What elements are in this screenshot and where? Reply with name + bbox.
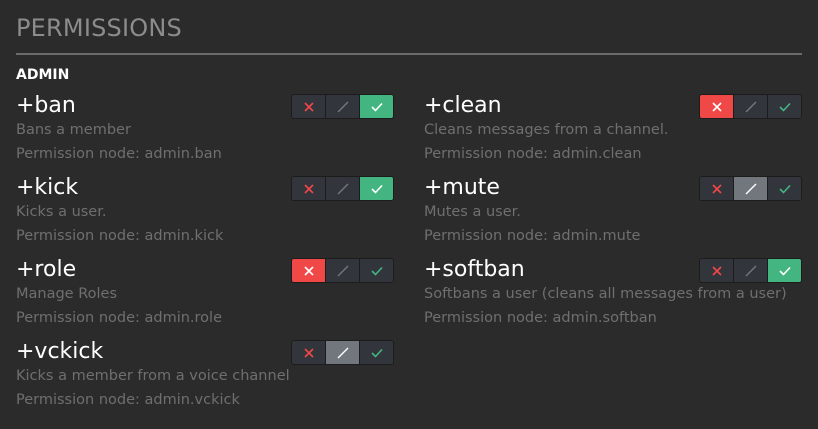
permission-node-value: admin.kick	[144, 228, 224, 244]
allow-button[interactable]	[767, 259, 801, 282]
permission-description: Mutes a user.	[424, 204, 521, 220]
x-icon	[711, 265, 722, 276]
permission-toggle	[291, 340, 394, 365]
permission-item: +role Manage Roles Permission node: admi…	[16, 256, 394, 336]
permission-name: +softban	[424, 257, 525, 282]
page-title: PERMISSIONS	[16, 14, 182, 42]
slash-icon	[745, 183, 756, 194]
permission-node-prefix: Permission node:	[16, 146, 145, 162]
deny-button[interactable]	[700, 177, 733, 200]
permission-node-value: admin.clean	[552, 146, 642, 162]
neutral-button[interactable]	[733, 95, 767, 118]
check-icon	[370, 184, 383, 194]
slash-icon	[337, 183, 348, 194]
permission-node: Permission node: admin.role	[16, 310, 222, 326]
permission-node-prefix: Permission node:	[16, 228, 145, 244]
neutral-button[interactable]	[325, 177, 359, 200]
permission-node-value: admin.ban	[144, 146, 222, 162]
slash-icon	[337, 265, 348, 276]
permission-node-prefix: Permission node:	[424, 310, 553, 326]
check-icon	[778, 184, 791, 194]
permission-item: +softban Softbans a user (cleans all mes…	[424, 256, 802, 336]
section-label-admin: ADMIN	[16, 67, 70, 83]
permission-toggle	[291, 176, 394, 201]
permission-node-prefix: Permission node:	[16, 310, 145, 326]
check-icon	[778, 266, 791, 276]
permission-item: +kick Kicks a user. Permission node: adm…	[16, 174, 394, 254]
permission-node-value: admin.vckick	[144, 392, 240, 408]
allow-button[interactable]	[359, 95, 393, 118]
deny-button[interactable]	[292, 177, 325, 200]
slash-icon	[745, 265, 756, 276]
deny-button[interactable]	[292, 95, 325, 118]
permission-node: Permission node: admin.softban	[424, 310, 657, 326]
permission-node-prefix: Permission node:	[424, 228, 553, 244]
permission-name: +kick	[16, 175, 79, 200]
permission-toggle	[291, 94, 394, 119]
neutral-button[interactable]	[733, 259, 767, 282]
slash-icon	[337, 101, 348, 112]
allow-button[interactable]	[359, 341, 393, 364]
permission-item: +vckick Kicks a member from a voice chan…	[16, 338, 394, 418]
permission-toggle	[699, 258, 802, 283]
x-icon	[303, 347, 314, 358]
deny-button[interactable]	[292, 259, 325, 282]
neutral-button[interactable]	[325, 95, 359, 118]
permission-item: +clean Cleans messages from a channel. P…	[424, 92, 802, 172]
permission-description: Softbans a user (cleans all messages fro…	[424, 286, 787, 302]
permission-description: Bans a member	[16, 122, 131, 138]
permission-name: +role	[16, 257, 77, 282]
permission-node: Permission node: admin.kick	[16, 228, 223, 244]
permission-description: Kicks a member from a voice channel	[16, 368, 290, 384]
permission-node-value: admin.mute	[552, 228, 641, 244]
title-divider	[16, 53, 802, 55]
x-icon	[711, 183, 722, 194]
permission-name: +ban	[16, 93, 76, 118]
permissions-page: PERMISSIONS ADMIN +ban Bans a member Per…	[0, 0, 818, 429]
x-icon	[711, 101, 722, 112]
permission-node: Permission node: admin.clean	[424, 146, 642, 162]
neutral-button[interactable]	[733, 177, 767, 200]
permission-node-prefix: Permission node:	[16, 392, 145, 408]
permission-node-value: admin.role	[144, 310, 223, 326]
allow-button[interactable]	[359, 259, 393, 282]
allow-button[interactable]	[359, 177, 393, 200]
permission-node: Permission node: admin.vckick	[16, 392, 240, 408]
slash-icon	[745, 101, 756, 112]
permission-description: Cleans messages from a channel.	[424, 122, 669, 138]
allow-button[interactable]	[767, 95, 801, 118]
permission-name: +mute	[424, 175, 500, 200]
check-icon	[370, 102, 383, 112]
permission-name: +clean	[424, 93, 502, 118]
deny-button[interactable]	[700, 95, 733, 118]
permission-description: Manage Roles	[16, 286, 118, 302]
permission-node: Permission node: admin.mute	[424, 228, 640, 244]
permission-item: +mute Mutes a user. Permission node: adm…	[424, 174, 802, 254]
permission-item: +ban Bans a member Permission node: admi…	[16, 92, 394, 172]
permission-toggle	[699, 94, 802, 119]
permission-node-prefix: Permission node:	[424, 146, 553, 162]
allow-button[interactable]	[767, 177, 801, 200]
deny-button[interactable]	[700, 259, 733, 282]
permission-toggle	[699, 176, 802, 201]
permission-node-value: admin.softban	[552, 310, 657, 326]
permission-node: Permission node: admin.ban	[16, 146, 222, 162]
permission-toggle	[291, 258, 394, 283]
x-icon	[303, 183, 314, 194]
permission-description: Kicks a user.	[16, 204, 107, 220]
x-icon	[303, 101, 314, 112]
slash-icon	[337, 347, 348, 358]
check-icon	[778, 102, 791, 112]
neutral-button[interactable]	[325, 341, 359, 364]
check-icon	[370, 266, 383, 276]
check-icon	[370, 348, 383, 358]
deny-button[interactable]	[292, 341, 325, 364]
permission-name: +vckick	[16, 339, 104, 364]
x-icon	[303, 265, 314, 276]
neutral-button[interactable]	[325, 259, 359, 282]
